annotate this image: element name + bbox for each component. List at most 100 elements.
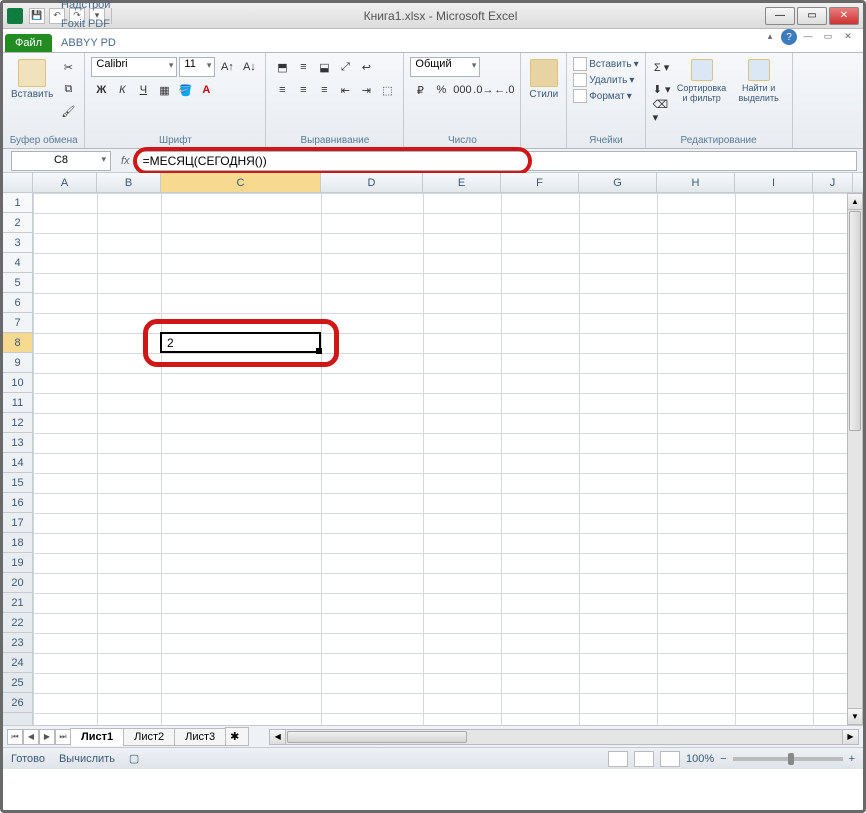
col-header-F[interactable]: F — [501, 173, 579, 192]
page-break-view-icon[interactable] — [660, 751, 680, 767]
close-button[interactable]: ✕ — [829, 7, 859, 25]
bold-button[interactable]: Ж — [91, 80, 111, 100]
align-top-icon[interactable]: ⬒ — [272, 57, 292, 77]
row-header-25[interactable]: 25 — [3, 673, 32, 693]
format-painter-icon[interactable]: 🖌 — [58, 101, 78, 121]
row-header-5[interactable]: 5 — [3, 273, 32, 293]
row-header-4[interactable]: 4 — [3, 253, 32, 273]
currency-icon[interactable]: ₽ — [410, 80, 430, 100]
scroll-down-icon[interactable]: ▼ — [848, 708, 862, 724]
row-header-26[interactable]: 26 — [3, 693, 32, 713]
col-header-D[interactable]: D — [321, 173, 423, 192]
ribbon-minimize-icon[interactable]: ▴ — [761, 29, 779, 43]
shrink-font-icon[interactable]: A↓ — [239, 57, 259, 77]
row-header-10[interactable]: 10 — [3, 373, 32, 393]
last-sheet-icon[interactable]: ⏭ — [55, 729, 71, 745]
minimize-button[interactable]: — — [765, 7, 795, 25]
align-right-icon[interactable]: ≡ — [314, 80, 334, 100]
sheet-tab-Лист1[interactable]: Лист1 — [70, 728, 124, 746]
row-header-11[interactable]: 11 — [3, 393, 32, 413]
row-header-15[interactable]: 15 — [3, 473, 32, 493]
row-header-20[interactable]: 20 — [3, 573, 32, 593]
worksheet-grid[interactable]: ABCDEFGHIJ 12345678910111213141516171819… — [3, 173, 863, 725]
col-header-H[interactable]: H — [657, 173, 735, 192]
row-header-22[interactable]: 22 — [3, 613, 32, 633]
orientation-icon[interactable]: ⤢ — [335, 57, 355, 77]
horizontal-scrollbar[interactable]: ◀ ▶ — [269, 729, 859, 745]
zoom-in-icon[interactable]: + — [849, 753, 855, 765]
tab-надстрой[interactable]: Надстрой — [54, 0, 123, 14]
zoom-level[interactable]: 100% — [686, 753, 714, 765]
next-sheet-icon[interactable]: ▶ — [39, 729, 55, 745]
align-center-icon[interactable]: ≡ — [293, 80, 313, 100]
sheet-tab-Лист2[interactable]: Лист2 — [123, 728, 175, 746]
font-color-icon[interactable]: A — [196, 80, 216, 100]
select-all-corner[interactable] — [3, 173, 33, 192]
fill-color-icon[interactable]: 🪣 — [175, 80, 195, 100]
row-header-18[interactable]: 18 — [3, 533, 32, 553]
mdi-min-icon[interactable]: — — [799, 29, 817, 43]
col-header-G[interactable]: G — [579, 173, 657, 192]
vertical-scrollbar[interactable]: ▲ ▼ — [847, 193, 863, 725]
copy-icon[interactable]: ⧉ — [58, 79, 78, 99]
row-header-8[interactable]: 8 — [3, 333, 32, 353]
row-header-2[interactable]: 2 — [3, 213, 32, 233]
row-header-9[interactable]: 9 — [3, 353, 32, 373]
row-header-14[interactable]: 14 — [3, 453, 32, 473]
styles-button[interactable]: Стили — [527, 57, 560, 102]
row-header-1[interactable]: 1 — [3, 193, 32, 213]
comma-icon[interactable]: 000 — [452, 80, 472, 100]
number-format-combo[interactable]: Общий — [410, 57, 480, 77]
col-header-J[interactable]: J — [813, 173, 853, 192]
row-header-17[interactable]: 17 — [3, 513, 32, 533]
prev-sheet-icon[interactable]: ◀ — [23, 729, 39, 745]
mdi-close-icon[interactable]: ✕ — [839, 29, 857, 43]
sort-filter-button[interactable]: Сортировка и фильтр — [675, 57, 729, 105]
qat-save-icon[interactable]: 💾 — [29, 8, 45, 24]
fx-icon[interactable]: fx — [115, 155, 136, 167]
decrease-indent-icon[interactable]: ⇤ — [335, 80, 355, 100]
hscroll-thumb[interactable] — [287, 731, 467, 743]
delete-cells-button[interactable]: Удалить ▾ — [573, 73, 638, 87]
grow-font-icon[interactable]: A↑ — [217, 57, 237, 77]
row-header-12[interactable]: 12 — [3, 413, 32, 433]
autosum-icon[interactable]: Σ ▾ — [652, 57, 672, 77]
col-header-E[interactable]: E — [423, 173, 501, 192]
row-header-16[interactable]: 16 — [3, 493, 32, 513]
fill-icon[interactable]: ⬇ ▾ — [652, 79, 672, 99]
row-header-19[interactable]: 19 — [3, 553, 32, 573]
scroll-left-icon[interactable]: ◀ — [270, 730, 286, 744]
first-sheet-icon[interactable]: ⏮ — [7, 729, 23, 745]
new-sheet-button[interactable]: ✱ — [225, 727, 249, 746]
name-box[interactable]: C8 — [11, 151, 111, 171]
file-tab[interactable]: Файл — [5, 34, 52, 52]
col-header-C[interactable]: C — [161, 173, 321, 192]
underline-button[interactable]: Ч — [133, 80, 153, 100]
wrap-text-icon[interactable]: ↩ — [356, 57, 376, 77]
increase-decimal-icon[interactable]: .0→ — [473, 80, 493, 100]
font-size-combo[interactable]: 11 — [179, 57, 215, 77]
paste-button[interactable]: Вставить — [9, 57, 55, 102]
percent-icon[interactable]: % — [431, 80, 451, 100]
scroll-right-icon[interactable]: ▶ — [842, 730, 858, 744]
align-left-icon[interactable]: ≡ — [272, 80, 292, 100]
page-layout-view-icon[interactable] — [634, 751, 654, 767]
sheet-tab-Лист3[interactable]: Лист3 — [174, 728, 226, 746]
decrease-decimal-icon[interactable]: ←.0 — [494, 80, 514, 100]
mdi-restore-icon[interactable]: ▭ — [819, 29, 837, 43]
font-name-combo[interactable]: Calibri — [91, 57, 177, 77]
cut-icon[interactable]: ✂ — [58, 57, 78, 77]
vscroll-thumb[interactable] — [849, 211, 861, 431]
scroll-up-icon[interactable]: ▲ — [848, 194, 862, 210]
cells-area[interactable]: 2 — [33, 193, 863, 725]
macro-record-icon[interactable]: ▢ — [129, 752, 139, 765]
increase-indent-icon[interactable]: ⇥ — [356, 80, 376, 100]
align-middle-icon[interactable]: ≡ — [293, 57, 313, 77]
tab-abbyy pd[interactable]: ABBYY PD — [54, 33, 123, 52]
align-bottom-icon[interactable]: ⬓ — [314, 57, 334, 77]
col-header-B[interactable]: B — [97, 173, 161, 192]
help-icon[interactable]: ? — [781, 29, 797, 45]
row-header-6[interactable]: 6 — [3, 293, 32, 313]
maximize-button[interactable]: ▭ — [797, 7, 827, 25]
row-header-21[interactable]: 21 — [3, 593, 32, 613]
